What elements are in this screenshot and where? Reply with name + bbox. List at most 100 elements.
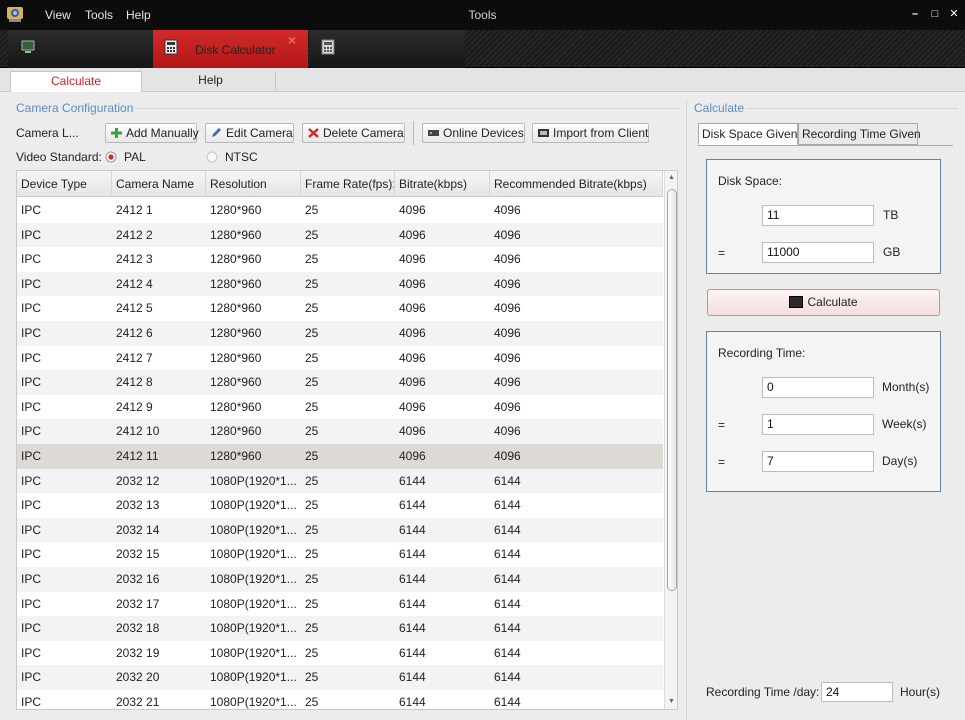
table-row[interactable]: IPC 2412 3 1280*960 25 4096 4096 bbox=[17, 247, 663, 272]
cell-bitrate: 6144 bbox=[399, 547, 426, 562]
header-recommended-bitrate[interactable]: Recommended Bitrate(kbps) bbox=[490, 171, 663, 197]
cell-frame-rate: 25 bbox=[305, 375, 319, 390]
days-unit-label: Day(s) bbox=[882, 454, 918, 468]
disk-space-tb-input[interactable]: 11 bbox=[762, 205, 874, 226]
tab-disk-space-given[interactable]: Disk Space Given bbox=[698, 123, 798, 145]
table-row[interactable]: IPC 2412 5 1280*960 25 4096 4096 bbox=[17, 296, 663, 321]
days-input[interactable]: 7 bbox=[762, 451, 874, 472]
cell-bitrate: 4096 bbox=[399, 301, 426, 316]
ntsc-radio[interactable] bbox=[206, 151, 218, 163]
disk-space-label: Disk Space: bbox=[718, 174, 783, 188]
cell-resolution: 1280*960 bbox=[210, 203, 262, 217]
months-input[interactable]: 0 bbox=[762, 377, 874, 398]
table-row[interactable]: IPC 2032 18 1080P(1920*1... 25 6144 6144 bbox=[17, 616, 663, 641]
cell-recommended-bitrate: 4096 bbox=[494, 227, 521, 242]
tab-control-panel[interactable]: Control Panel bbox=[8, 30, 153, 68]
table-row[interactable]: IPC 2032 12 1080P(1920*1... 25 6144 6144 bbox=[17, 468, 663, 494]
header-bitrate[interactable]: Bitrate(kbps) bbox=[395, 171, 490, 197]
header-resolution[interactable]: Resolution bbox=[206, 171, 301, 197]
table-scrollbar[interactable]: ▲ ▼ bbox=[664, 171, 677, 709]
table-row[interactable]: IPC 2032 19 1080P(1920*1... 25 6144 6144 bbox=[17, 641, 663, 666]
tab-baseline bbox=[698, 145, 953, 146]
table-row[interactable]: IPC 2032 17 1080P(1920*1... 25 6144 6144 bbox=[17, 592, 663, 617]
table-row[interactable]: IPC 2412 6 1280*960 25 4096 4096 bbox=[17, 321, 663, 346]
table-row[interactable]: IPC 2032 13 1080P(1920*1... 25 6144 6144 bbox=[17, 493, 663, 518]
table-row[interactable]: IPC 2032 16 1080P(1920*1... 25 6144 6144 bbox=[17, 567, 663, 592]
weeks-input[interactable]: 1 bbox=[762, 414, 874, 435]
tab-close-icon[interactable]: × bbox=[288, 32, 296, 48]
table-body: IPC 2412 1 1280*960 25 4096 4096 IPC 2412 2 1280… bbox=[17, 198, 663, 709]
cell-recommended-bitrate: 6144 bbox=[494, 522, 521, 537]
import-icon bbox=[538, 129, 549, 137]
tab-recording-time-given[interactable]: Recording Time Given bbox=[798, 123, 921, 145]
cell-device-type: IPC bbox=[21, 498, 42, 513]
cell-resolution: 1080P(1920*1... bbox=[210, 473, 297, 488]
cell-device-type: IPC bbox=[21, 547, 42, 562]
online-devices-button[interactable]: Online Devices bbox=[422, 123, 525, 143]
header-frame-rate[interactable]: Frame Rate(fps): bbox=[301, 171, 395, 197]
table-row[interactable]: IPC 2412 4 1280*960 25 4096 4096 bbox=[17, 271, 663, 297]
tab-calculation-tool[interactable]: Calculation Tool bbox=[310, 30, 465, 68]
import-from-client-label: Import from Client bbox=[553, 126, 649, 140]
table-row[interactable]: IPC 2032 14 1080P(1920*1... 25 6144 6144 bbox=[17, 517, 663, 543]
tab-disk-calculator-label: Disk Calculator bbox=[195, 43, 276, 57]
cell-resolution: 1080P(1920*1... bbox=[210, 621, 297, 636]
device-icon bbox=[428, 130, 439, 136]
cell-camera-name: 2412 3 bbox=[116, 252, 153, 267]
close-icon[interactable]: ✕ bbox=[947, 7, 961, 21]
table-row[interactable]: IPC 2032 20 1080P(1920*1... 25 6144 6144 bbox=[17, 665, 663, 690]
table-row[interactable]: IPC 2412 8 1280*960 25 4096 4096 bbox=[17, 370, 663, 395]
cell-bitrate: 6144 bbox=[399, 621, 426, 636]
table-row[interactable]: IPC 2412 11 1280*960 25 4096 4096 bbox=[17, 444, 663, 469]
disk-space-gb-input[interactable]: 11000 bbox=[762, 242, 874, 263]
maximize-icon[interactable]: □ bbox=[928, 7, 942, 21]
table-row[interactable]: IPC 2412 7 1280*960 25 4096 4096 bbox=[17, 346, 663, 371]
table-row[interactable]: IPC 2412 9 1280*960 25 4096 4096 bbox=[17, 395, 663, 420]
cell-frame-rate: 25 bbox=[305, 326, 319, 340]
tab-help[interactable]: Help bbox=[146, 71, 276, 92]
table-row[interactable]: IPC 2032 15 1080P(1920*1... 25 6144 6144 bbox=[17, 542, 663, 567]
cell-frame-rate: 25 bbox=[305, 572, 319, 586]
recording-hours-per-day-input[interactable]: 24 bbox=[821, 682, 893, 702]
cell-resolution: 1080P(1920*1... bbox=[210, 547, 297, 562]
add-manually-button[interactable]: Add Manually bbox=[105, 123, 199, 143]
scroll-down-icon[interactable]: ▼ bbox=[668, 698, 675, 705]
table-row[interactable]: IPC 2412 10 1280*960 25 4096 4096 bbox=[17, 419, 663, 444]
scrollbar-thumb[interactable] bbox=[667, 189, 677, 591]
import-from-client-button[interactable]: Import from Client bbox=[532, 123, 649, 143]
camera-list-label: Camera L... bbox=[16, 126, 79, 140]
cell-resolution: 1280*960 bbox=[210, 424, 262, 439]
cell-resolution: 1080P(1920*1... bbox=[210, 645, 297, 660]
cell-frame-rate: 25 bbox=[305, 227, 319, 242]
cell-bitrate: 4096 bbox=[399, 326, 426, 340]
tab-calculate[interactable]: Calculate bbox=[10, 71, 142, 92]
window-title: Tools bbox=[468, 8, 497, 22]
cell-recommended-bitrate: 4096 bbox=[494, 449, 521, 463]
table-row[interactable]: IPC 2412 2 1280*960 25 4096 4096 bbox=[17, 222, 663, 248]
calculate-button[interactable]: Calculate bbox=[707, 289, 940, 316]
cell-camera-name: 2032 17 bbox=[116, 596, 160, 611]
pencil-icon bbox=[212, 128, 221, 137]
cell-frame-rate: 25 bbox=[305, 301, 319, 316]
header-device-type[interactable]: Device Type bbox=[17, 171, 112, 197]
scroll-up-icon[interactable]: ▲ bbox=[668, 174, 675, 181]
section-divider bbox=[135, 108, 680, 109]
pal-radio[interactable] bbox=[105, 151, 117, 163]
cell-resolution: 1280*960 bbox=[210, 227, 262, 242]
header-camera-name[interactable]: Camera Name bbox=[112, 171, 206, 197]
cell-bitrate: 6144 bbox=[399, 645, 426, 660]
plus-icon bbox=[111, 128, 122, 138]
minimize-icon[interactable]: – bbox=[908, 7, 922, 21]
delete-camera-button[interactable]: Delete Camera bbox=[302, 123, 405, 143]
cell-recommended-bitrate: 6144 bbox=[494, 547, 521, 562]
cell-resolution: 1080P(1920*1... bbox=[210, 695, 297, 709]
online-devices-label: Online Devices bbox=[443, 126, 524, 140]
table-row[interactable]: IPC 2032 21 1080P(1920*1... 25 6144 6144 bbox=[17, 690, 663, 709]
table-row[interactable]: IPC 2412 1 1280*960 25 4096 4096 bbox=[17, 198, 663, 223]
edit-camera-button[interactable]: Edit Camera bbox=[205, 123, 294, 143]
weeks-unit-label: Week(s) bbox=[882, 417, 927, 431]
cell-device-type: IPC bbox=[21, 449, 42, 463]
tab-disk-calculator[interactable]: Disk Calculator × bbox=[153, 30, 308, 68]
cell-recommended-bitrate: 6144 bbox=[494, 670, 521, 685]
cell-frame-rate: 25 bbox=[305, 498, 319, 513]
